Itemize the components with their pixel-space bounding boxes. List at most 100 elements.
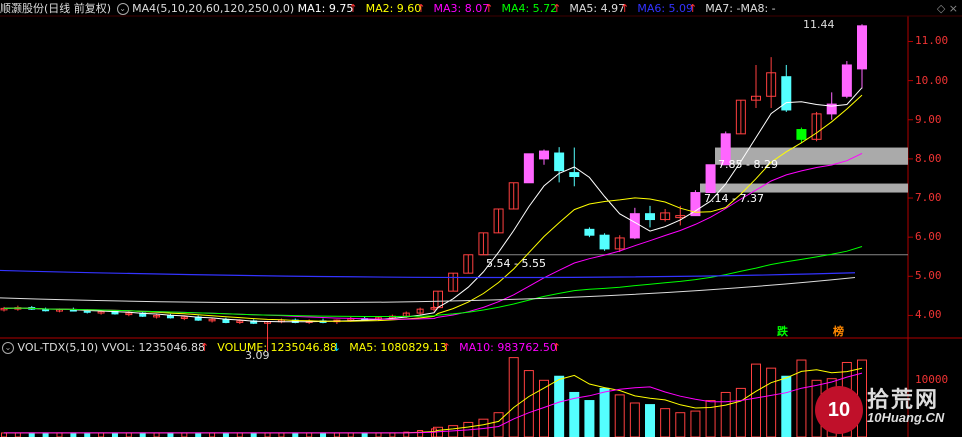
volume-bar (98, 432, 105, 437)
watermark: 10 拾荒网 10Huang.CN (815, 380, 955, 435)
volume-bar (264, 432, 271, 437)
volume-bar (375, 432, 382, 437)
ma-item: MA5: 4.97 (569, 2, 626, 15)
y-tick-label: 4.00 (915, 308, 942, 322)
vol-item: MA5: 1080829.13 (349, 341, 447, 354)
volume-bar (347, 432, 354, 437)
arrow-up-icon: ↑ (441, 341, 452, 354)
volume-bar (320, 432, 327, 437)
candle-body (523, 153, 534, 184)
watermark-logo: 10 (815, 386, 863, 434)
price-annotation-zone1: 7.85 - 8.29 (718, 157, 778, 171)
volume-bar (28, 432, 35, 437)
volume-bar (167, 432, 174, 437)
arrow-up-icon: ↑ (348, 2, 358, 15)
y-tick-label: 5.00 (915, 269, 942, 283)
volume-bar (645, 404, 655, 437)
price-annotation-zone2: 7.14 - 7.37 (704, 191, 764, 205)
candle-body (569, 172, 580, 178)
arrow-up-icon: ↑ (416, 2, 426, 15)
die-signal: 跌 (777, 325, 788, 338)
price-annotation-low: 3.09 (245, 349, 270, 363)
volume-bar (14, 432, 21, 437)
arrow-down-icon: ↓ (332, 341, 342, 354)
volume-bar (306, 432, 313, 437)
arrow-up-icon: ↑ (688, 2, 698, 15)
settings-circle-icon[interactable]: ⌄ (116, 3, 129, 15)
volume-bar (278, 432, 285, 437)
ma-line-2 (3, 94, 863, 322)
y-tick-label: 6.00 (915, 230, 942, 244)
volume-bar (614, 394, 625, 437)
watermark-site: 10Huang.CN (867, 410, 945, 425)
price-annotation-high: 11.44 (803, 18, 835, 32)
candle-body (841, 64, 852, 97)
volume-bar (250, 432, 257, 437)
volume-bar (236, 432, 243, 437)
candle-body (584, 228, 595, 236)
candle-body (554, 152, 565, 172)
volume-bar (361, 432, 368, 437)
volume-bar (222, 432, 229, 437)
volume-bar (139, 432, 146, 437)
ma-set-label: MA4(5,10,20,60,120,250,0,0) (132, 2, 295, 15)
arrow-up-icon: ↑ (620, 2, 630, 15)
volume-bar (660, 408, 671, 437)
volume-bar (333, 432, 340, 437)
volume-bar (690, 410, 701, 437)
volume-bar (751, 363, 761, 437)
candle-body (539, 150, 549, 160)
ma-line-1 (3, 87, 863, 323)
volume-bar (209, 432, 216, 437)
volume-indicator-name: VOL-TDX(5,10) (17, 341, 99, 354)
arrow-up-icon: ↑ (552, 2, 562, 15)
candle-body (629, 213, 640, 239)
ma-item: MA7: - (705, 2, 741, 15)
ma-item: MA2: 9.60 (365, 2, 422, 15)
close-icon[interactable]: × (949, 2, 958, 15)
volume-bar (195, 432, 202, 437)
volume-bar (584, 400, 595, 437)
volume-bar (675, 412, 686, 437)
ma-items: MA1: 9.75↑ MA2: 9.60↑ MA3: 8.07↑ MA4: 5.72↑… (298, 2, 776, 15)
ma-item: MA4: 5.72 (501, 2, 558, 15)
volume-bar (705, 400, 716, 437)
arrow-up-icon: ↑ (484, 2, 494, 15)
volume-bar (523, 370, 534, 437)
ma-item: MA1: 9.75 (297, 2, 354, 15)
volume-bar (554, 375, 565, 437)
diamond-icon[interactable]: ◇ (937, 2, 945, 15)
volume-bar (56, 432, 63, 437)
volume-bar (720, 391, 731, 437)
price-annotation-zone3: 5.54 - 5.55 (486, 256, 546, 270)
y-tick-label: 7.00 (915, 191, 942, 205)
ma-item: MA3: 8.07 (433, 2, 490, 15)
vol-item: MA10: 983762.50 (459, 341, 557, 354)
top-right-icons[interactable]: ◇ × (937, 2, 958, 15)
volume-items: VVOL: 1235046.88 ↑ VOLUME: 1235046.88↓ MA5:… (102, 341, 569, 354)
stock-name: 顺灏股份(日线 前复权) (0, 2, 112, 15)
volume-bar (153, 432, 160, 437)
volume-bar (70, 432, 77, 437)
volume-bar (735, 387, 746, 437)
volume-bar (629, 402, 640, 437)
volume-header: ⌄ VOL-TDX(5,10) VVOL: 1235046.88 ↑ VOLUME:… (0, 340, 569, 356)
candle-body (857, 25, 867, 70)
volume-bar (181, 432, 188, 437)
y-tick-label: 9.00 (915, 112, 942, 126)
vol-item: VOLUME: 1235046.88 (217, 341, 337, 354)
main-chart-header: 顺灏股份(日线 前复权) ⌄ MA4(5,10,20,60,120,250,0,… (0, 1, 776, 17)
settings-circle-icon[interactable]: ⌄ (2, 342, 14, 354)
kline-chart[interactable] (0, 0, 962, 437)
volume-bar (84, 432, 91, 437)
volume-bar (508, 357, 519, 437)
y-tick-label: 8.00 (915, 151, 942, 165)
volume-bar (292, 432, 299, 437)
ma-line-5 (0, 276, 856, 304)
y-tick-label: 11.00 (915, 34, 949, 48)
volume-bar (389, 432, 396, 437)
ma-item: MA6: 5.09 (637, 2, 694, 15)
candle-body (599, 234, 610, 250)
volume-bar (42, 432, 49, 437)
vol-item: VVOL: 1235046.88 (101, 341, 206, 354)
